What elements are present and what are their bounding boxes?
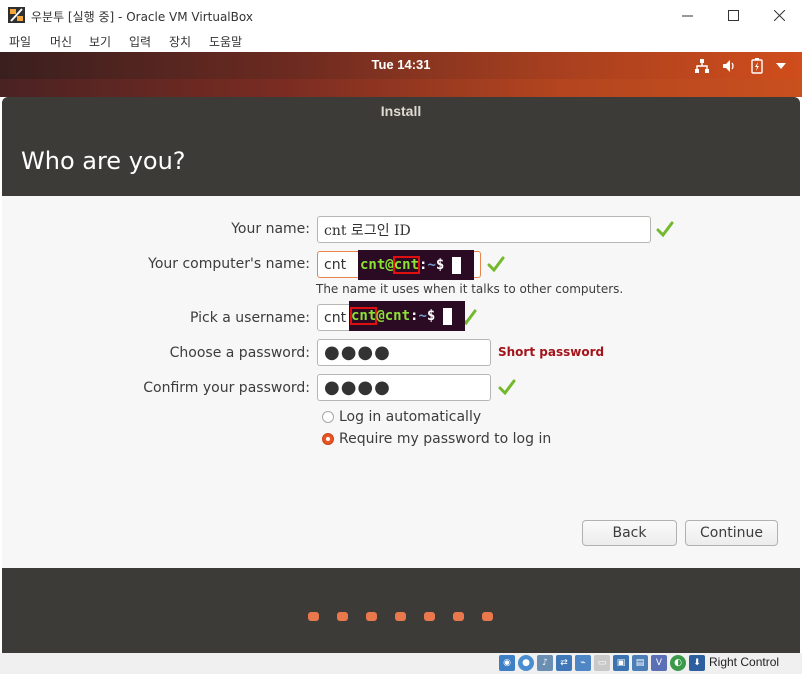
close-icon (773, 10, 785, 21)
progress-dot (337, 612, 348, 621)
menu-devices[interactable]: 장치 (169, 33, 191, 50)
terminal-user-highlighted: cnt (349, 307, 378, 325)
optical-drive-icon[interactable]: ● (518, 655, 534, 671)
close-button[interactable] (756, 0, 802, 31)
ubuntu-top-panel: Tue 14:31 (0, 52, 802, 79)
confirm-password-value: ●●●● (324, 377, 391, 398)
computer-name-label: Your computer's name: (148, 256, 310, 272)
keyboard-capture-icon[interactable]: ⬇ (689, 655, 705, 671)
terminal-path: ~ (427, 257, 436, 273)
audio-icon[interactable]: ♪ (537, 655, 553, 671)
name-field[interactable]: cnt 로그인 ID (317, 216, 651, 243)
terminal-colon: : (419, 257, 428, 273)
progress-dot (366, 612, 377, 621)
display-icon[interactable]: ▣ (613, 655, 629, 671)
name-field-value: cnt 로그인 ID (324, 222, 411, 239)
terminal-cursor (452, 256, 462, 274)
menu-file[interactable]: 파일 (9, 33, 31, 50)
progress-dot (424, 612, 435, 621)
progress-dot (453, 612, 464, 621)
progress-dot (395, 612, 406, 621)
recording-icon[interactable]: ▤ (632, 655, 648, 671)
volume-icon[interactable] (720, 57, 738, 75)
progress-dot (308, 612, 319, 621)
network-adapter-icon[interactable]: ⇄ (556, 655, 572, 671)
menu-bar: 파일 머신 보기 입력 장치 도움말 (0, 31, 802, 52)
login-automatically-label[interactable]: Log in automatically (339, 409, 481, 425)
check-icon (487, 256, 505, 273)
confirm-password-label: Confirm your password: (143, 380, 310, 396)
terminal-path: ~ (418, 308, 427, 324)
minimize-button[interactable] (664, 0, 710, 31)
username-label: Pick a username: (189, 310, 310, 326)
dialog-title: Install (380, 103, 422, 119)
terminal-prompt-overlay: cnt @ cnt: ~ $ (358, 250, 474, 280)
check-icon (656, 221, 674, 238)
hard-disk-icon[interactable]: ◉ (499, 655, 515, 671)
panel-clock[interactable]: Tue 14:31 (0, 57, 802, 72)
check-icon (498, 379, 516, 396)
installer-header: Install Who are you? (2, 97, 800, 196)
window-titlebar: 우분투 [실행 중] - Oracle VM VirtualBox (0, 0, 802, 31)
menu-machine[interactable]: 머신 (50, 33, 72, 50)
terminal-host-highlighted: cnt (392, 256, 421, 274)
confirm-password-field[interactable]: ●●●● (317, 374, 491, 401)
page-heading: Who are you? (21, 147, 186, 175)
menu-view[interactable]: 보기 (89, 33, 111, 50)
computer-name-value: cnt (324, 256, 347, 273)
virtualbox-app-icon (8, 7, 25, 23)
terminal-at: @ (376, 308, 385, 324)
require-password-label[interactable]: Require my password to log in (339, 431, 551, 447)
installer-form: Your name: cnt 로그인 ID Your computer's na… (2, 196, 800, 568)
terminal-at: @ (385, 257, 394, 273)
terminal-prompt: $ (435, 257, 445, 273)
network-icon[interactable] (693, 57, 711, 75)
guest-additions-icon[interactable]: ◐ (670, 655, 686, 671)
password-strength: Short password (498, 345, 605, 359)
name-label: Your name: (231, 221, 310, 237)
vt-x-icon[interactable]: V (651, 655, 667, 671)
dropdown-arrow-icon[interactable] (772, 57, 790, 75)
progress-dot (482, 612, 493, 621)
minimize-icon (681, 15, 693, 17)
terminal-prompt: $ (426, 308, 436, 324)
battery-icon[interactable] (748, 57, 766, 75)
desktop-background (0, 79, 802, 97)
username-value: cnt (324, 309, 347, 326)
password-field[interactable]: ●●●● (317, 339, 491, 366)
require-password-radio[interactable] (322, 433, 334, 445)
terminal-cursor (443, 307, 453, 325)
virtualbox-statusbar: ◉ ● ♪ ⇄ ⌁ ▭ ▣ ▤ V ◐ ⬇ Right Control (0, 653, 802, 674)
terminal-host: cnt (384, 308, 411, 324)
installer-footer (2, 568, 800, 653)
continue-button[interactable]: Continue (685, 520, 778, 546)
usb-icon[interactable]: ⌁ (575, 655, 591, 671)
maximize-icon (727, 10, 739, 21)
password-value: ●●●● (324, 342, 391, 363)
menu-help[interactable]: 도움말 (209, 33, 242, 50)
maximize-button[interactable] (710, 0, 756, 31)
host-key-label: Right Control (709, 655, 780, 669)
back-button[interactable]: Back (582, 520, 677, 546)
window-title: 우분투 [실행 중] - Oracle VM VirtualBox (31, 10, 253, 24)
terminal-user: cnt (360, 257, 386, 273)
login-automatically-radio[interactable] (322, 411, 334, 423)
shared-folders-icon[interactable]: ▭ (594, 655, 610, 671)
terminal-prompt-overlay: cnt @ cnt: ~ $ (349, 301, 465, 331)
terminal-colon: : (410, 308, 419, 324)
menu-input[interactable]: 입력 (129, 33, 151, 50)
computer-name-hint: The name it uses when it talks to other … (316, 282, 624, 296)
password-label: Choose a password: (169, 345, 310, 361)
